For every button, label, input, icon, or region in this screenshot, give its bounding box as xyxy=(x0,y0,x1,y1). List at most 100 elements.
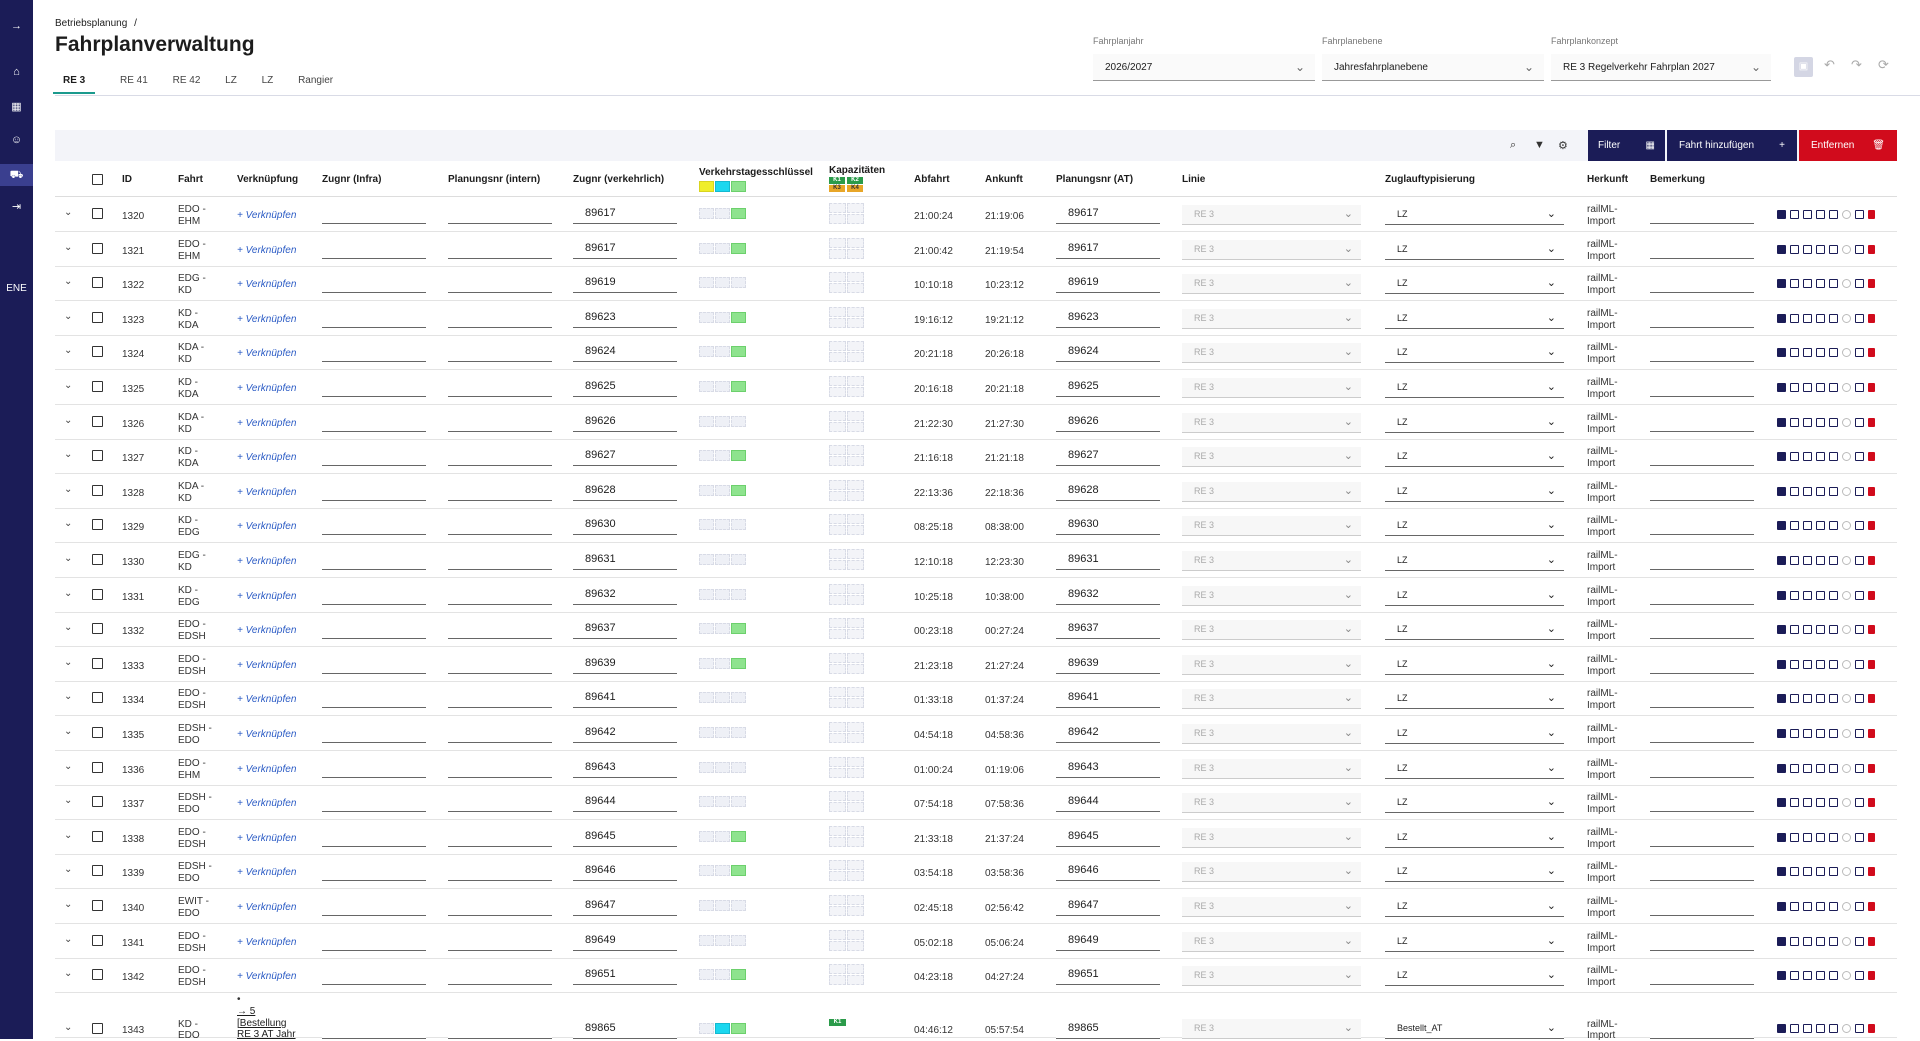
copy-icon[interactable] xyxy=(1790,936,1799,946)
linie-select[interactable]: RE 3 ⌄ xyxy=(1182,689,1361,710)
calendar-plus-icon[interactable] xyxy=(1816,867,1825,877)
verknuepfen-link[interactable]: + Verknüpfen xyxy=(237,418,296,429)
zugnr-verkehrlich-input[interactable]: 89637 xyxy=(573,619,677,640)
zugnr-infra-input[interactable] xyxy=(322,515,426,536)
calendar-edit-icon[interactable] xyxy=(1829,729,1838,738)
verknuepfen-link[interactable]: + Verknüpfen xyxy=(237,279,296,290)
calendar-edit-icon[interactable] xyxy=(1829,867,1838,877)
chevron-down-icon[interactable]: ⌄ xyxy=(64,553,72,564)
clock-icon[interactable] xyxy=(1842,521,1851,531)
planungsnr-intern-input[interactable] xyxy=(448,792,552,813)
row-checkbox[interactable] xyxy=(92,900,103,911)
row-checkbox[interactable] xyxy=(92,796,103,808)
verknuepfen-link[interactable]: + Verknüpfen xyxy=(237,660,296,671)
zugnr-verkehrlich-input[interactable]: 89626 xyxy=(573,411,677,432)
verknuepfen-link[interactable]: + Verknüpfen xyxy=(237,867,296,878)
planungsnr-at-input[interactable]: 89624 xyxy=(1056,342,1160,363)
linie-select[interactable]: RE 3 ⌄ xyxy=(1182,793,1361,814)
linie-select[interactable]: RE 3 ⌄ xyxy=(1182,481,1361,502)
planungsnr-intern-input[interactable] xyxy=(448,515,552,536)
calendar-edit-icon[interactable] xyxy=(1829,244,1838,254)
col-zugnr-verkehrlich[interactable]: Zugnr (verkehrlich) xyxy=(573,174,664,185)
linie-select[interactable]: RE 3 ⌄ xyxy=(1182,274,1361,295)
calendar-icon[interactable] xyxy=(1803,313,1812,323)
list-icon[interactable] xyxy=(1855,348,1864,358)
col-linie[interactable]: Linie xyxy=(1182,174,1205,185)
col-zugnr-infra[interactable]: Zugnr (Infra) xyxy=(322,174,381,185)
planungsnr-at-input[interactable]: 89644 xyxy=(1056,792,1160,813)
calendar-icon[interactable] xyxy=(1803,832,1812,842)
gear-icon[interactable]: ⚙ xyxy=(1558,139,1568,152)
trash-icon[interactable] xyxy=(1868,659,1875,669)
chevron-down-icon[interactable]: ⌄ xyxy=(64,934,72,945)
bemerkung-input[interactable] xyxy=(1650,515,1754,536)
chevron-down-icon[interactable]: ⌄ xyxy=(64,311,72,322)
home-icon[interactable]: ⌂ xyxy=(0,66,33,78)
zugnr-infra-input[interactable] xyxy=(322,342,426,363)
zugnr-infra-input[interactable] xyxy=(322,723,426,743)
clock-icon[interactable] xyxy=(1842,1023,1851,1033)
col-ankunft[interactable]: Ankunft xyxy=(985,174,1023,185)
zuglauf-select[interactable]: LZ ⌄ xyxy=(1385,724,1564,744)
calendar-edit-icon[interactable] xyxy=(1829,1023,1838,1033)
calendar-plus-icon[interactable] xyxy=(1816,625,1825,635)
calendar-plus-icon[interactable] xyxy=(1816,417,1825,427)
planungsnr-intern-input[interactable] xyxy=(448,584,552,605)
col-bemerkung[interactable]: Bemerkung xyxy=(1650,174,1705,185)
clock-icon[interactable] xyxy=(1842,590,1851,600)
tab-re42[interactable]: RE 42 xyxy=(173,75,201,92)
search-icon[interactable]: ⌕ xyxy=(1510,139,1516,152)
zugnr-infra-input[interactable] xyxy=(322,307,426,328)
copy-icon[interactable] xyxy=(1790,313,1799,323)
calendar-icon[interactable] xyxy=(1803,971,1812,981)
calendar-edit-icon[interactable] xyxy=(1829,383,1838,392)
zuglauf-select[interactable]: LZ ⌄ xyxy=(1385,343,1564,364)
train-route-icon[interactable]: ⛟ xyxy=(0,164,33,186)
clock-icon[interactable] xyxy=(1842,694,1851,704)
calendar-plus-icon[interactable] xyxy=(1816,486,1825,496)
bemerkung-input[interactable] xyxy=(1650,723,1754,743)
planungsnr-at-input[interactable]: 89651 xyxy=(1056,965,1160,986)
clock-icon[interactable] xyxy=(1842,763,1851,773)
planungsnr-intern-input[interactable] xyxy=(448,653,552,674)
chevron-down-icon[interactable]: ⌄ xyxy=(64,864,72,875)
planungsnr-at-input[interactable]: 89628 xyxy=(1056,480,1160,501)
planungsnr-at-input[interactable]: 89642 xyxy=(1056,723,1160,743)
calendar-icon[interactable] xyxy=(1803,763,1812,773)
verknuepfen-link[interactable]: + Verknüpfen xyxy=(237,383,296,394)
col-verknuepfung[interactable]: Verknüpfung xyxy=(237,174,298,185)
zuglauf-select[interactable]: LZ ⌄ xyxy=(1385,481,1564,502)
zugnr-verkehrlich-input[interactable]: 89641 xyxy=(573,688,677,709)
zugnr-verkehrlich-input[interactable]: 89631 xyxy=(573,550,677,570)
list-icon[interactable] xyxy=(1855,902,1864,911)
chevron-down-icon[interactable]: ⌄ xyxy=(64,207,72,218)
chevron-down-icon[interactable]: ⌄ xyxy=(64,1022,72,1033)
zugnr-verkehrlich-input[interactable]: 89625 xyxy=(573,377,677,397)
bemerkung-input[interactable] xyxy=(1650,1018,1754,1039)
bemerkung-input[interactable] xyxy=(1650,688,1754,709)
zugnr-verkehrlich-input[interactable]: 89646 xyxy=(573,861,677,882)
row-checkbox[interactable] xyxy=(92,346,103,358)
verknuepfen-link[interactable]: + Verknüpfen xyxy=(237,521,296,532)
planungsnr-intern-input[interactable] xyxy=(448,757,552,778)
copy-icon[interactable] xyxy=(1790,210,1799,219)
trash-icon[interactable] xyxy=(1868,936,1875,946)
edit-icon[interactable] xyxy=(1777,659,1786,669)
planungsnr-intern-input[interactable] xyxy=(448,861,552,882)
list-icon[interactable] xyxy=(1855,590,1864,600)
list-icon[interactable] xyxy=(1855,798,1864,808)
calendar-edit-icon[interactable] xyxy=(1829,313,1838,323)
col-abfahrt[interactable]: Abfahrt xyxy=(914,174,950,185)
zuglauf-select[interactable]: LZ ⌄ xyxy=(1385,239,1564,260)
zuglauf-select[interactable]: LZ ⌄ xyxy=(1385,827,1564,848)
edit-icon[interactable] xyxy=(1777,556,1786,565)
zugnr-infra-input[interactable] xyxy=(322,792,426,813)
zugnr-verkehrlich-input[interactable]: 89644 xyxy=(573,792,677,813)
linie-select[interactable]: RE 3 ⌄ xyxy=(1182,585,1361,606)
linie-select[interactable]: RE 3 ⌄ xyxy=(1182,724,1361,744)
row-checkbox[interactable] xyxy=(92,761,103,773)
col-id[interactable]: ID xyxy=(122,174,132,185)
calendar-plus-icon[interactable] xyxy=(1816,521,1825,531)
list-icon[interactable] xyxy=(1855,832,1864,842)
verknuepfen-link[interactable]: + Verknüpfen xyxy=(237,487,296,498)
